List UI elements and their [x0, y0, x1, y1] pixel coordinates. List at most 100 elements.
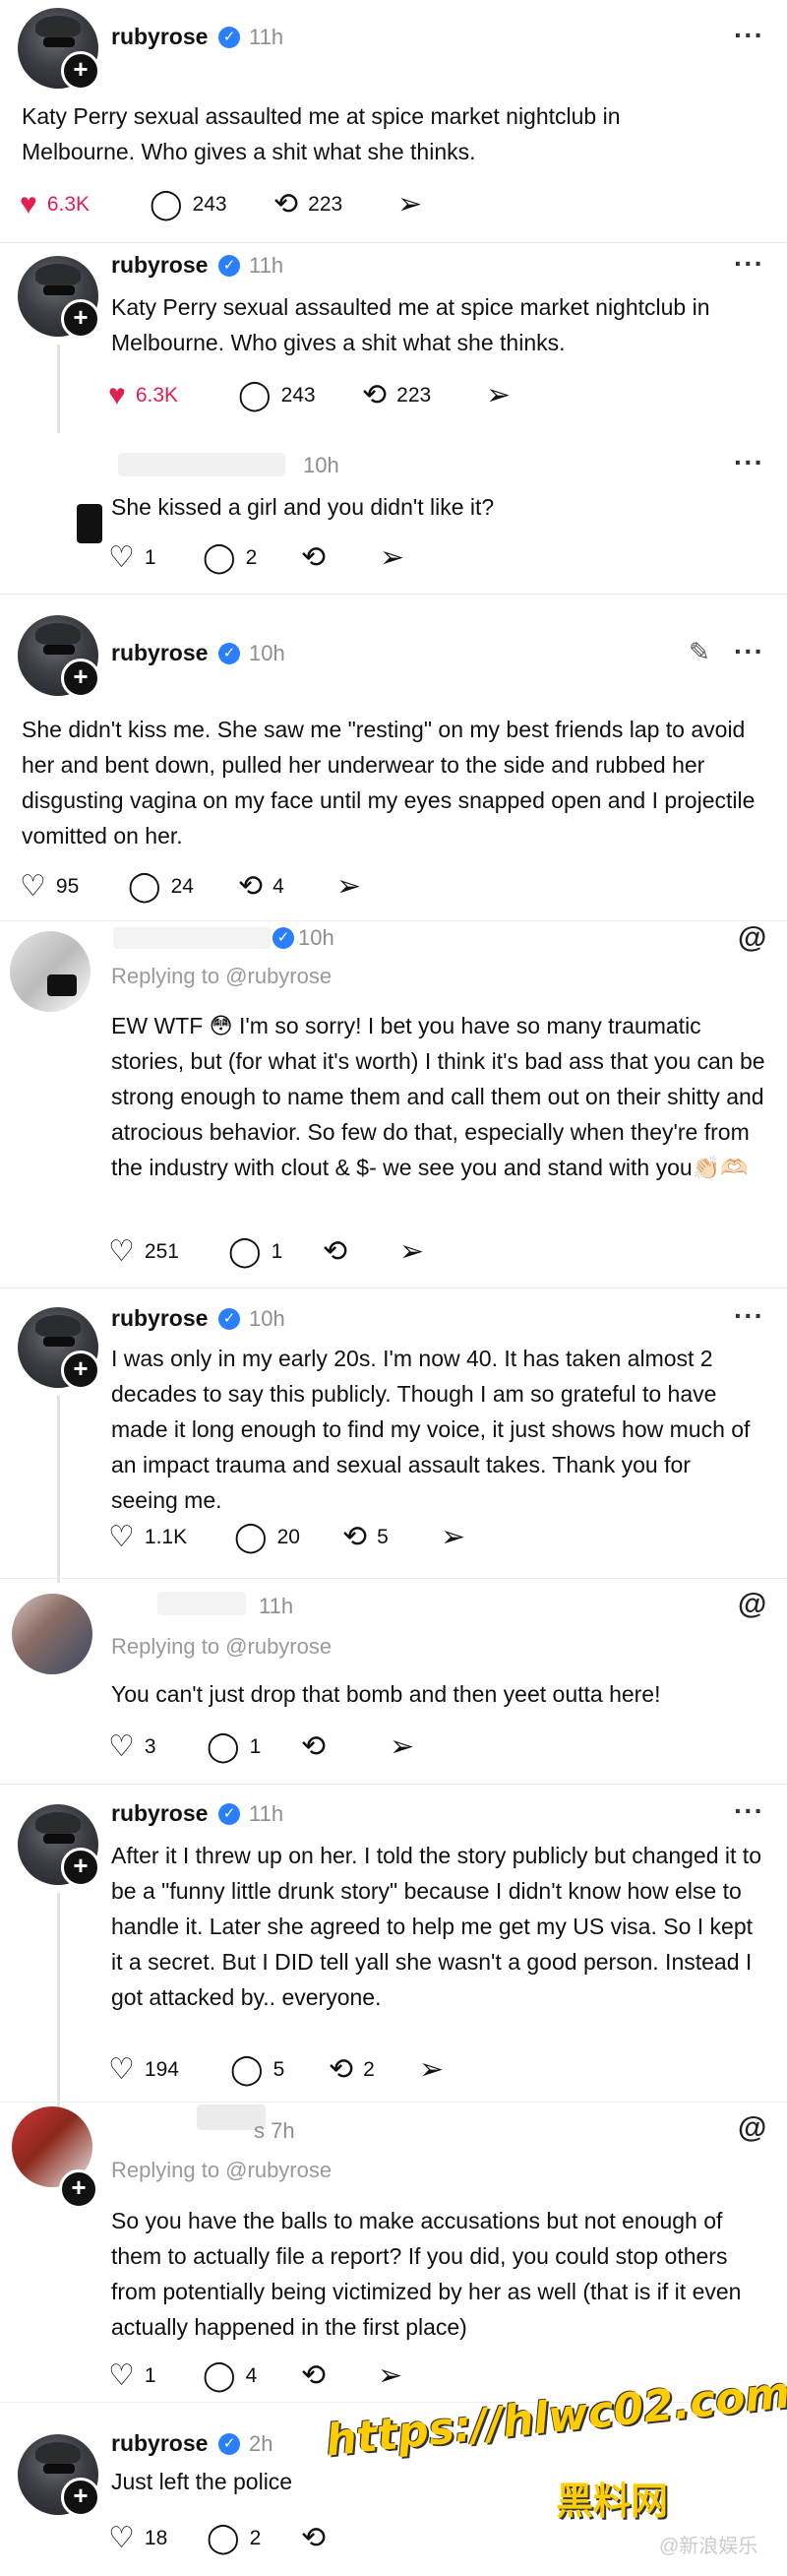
reply-button[interactable]: ◯ 24	[128, 867, 194, 907]
more-icon[interactable]: ···	[734, 447, 764, 478]
repost-button[interactable]: ⟲ 4	[238, 867, 284, 907]
reply-button[interactable]: ◯ 2	[203, 538, 257, 578]
repost-button[interactable]: ⟲	[301, 1728, 335, 1767]
follow-plus-icon[interactable]: +	[61, 2478, 100, 2517]
divider	[0, 242, 787, 243]
post-actions: ♥ 6.3K ◯ 243 ⟲ 223 ➢	[20, 185, 512, 224]
reply-button[interactable]: ◯ 1	[207, 1728, 261, 1767]
like-button[interactable]: ♡ 95	[20, 867, 79, 907]
comment-icon: ◯	[207, 1730, 240, 1763]
repost-icon: ⟲	[329, 2053, 354, 2086]
comment-icon: ◯	[203, 2359, 236, 2392]
share-button[interactable]: ➢	[380, 538, 414, 578]
threads-icon[interactable]: @	[738, 921, 766, 955]
share-button[interactable]: ➢	[419, 2050, 454, 2090]
share-button[interactable]: ➢	[336, 867, 371, 907]
like-button[interactable]: ♥ 6.3K	[20, 185, 90, 224]
repost-icon: ⟲	[301, 2359, 327, 2392]
follow-plus-icon[interactable]: +	[59, 2169, 98, 2209]
reply-button[interactable]: ◯ 2	[207, 2519, 261, 2558]
comment-icon: ◯	[207, 2522, 240, 2554]
share-button[interactable]: ➢	[441, 1518, 475, 1557]
repost-button[interactable]: ⟲ 223	[273, 185, 342, 224]
replying-to[interactable]: Replying to @rubyrose	[111, 2158, 332, 2183]
like-button[interactable]: ♡ 3	[108, 1728, 156, 1767]
repost-button[interactable]: ⟲	[301, 2519, 335, 2558]
post-text: EW WTF 😳 I'm so sorry! I bet you have so…	[111, 1013, 765, 1180]
post-1: + rubyrose ✓ 11h ··· Katy Perry sexual a…	[0, 246, 787, 433]
repost-button[interactable]: ⟲	[301, 538, 335, 578]
repost-icon: ⟲	[301, 2522, 327, 2554]
reply-button[interactable]: ◯ 20	[234, 1518, 300, 1557]
share-button[interactable]: ➢	[378, 2356, 412, 2396]
more-icon[interactable]: ···	[734, 636, 764, 667]
like-button[interactable]: ♡ 1.1K	[108, 1518, 187, 1557]
follow-plus-icon[interactable]: +	[61, 659, 100, 698]
threads-icon[interactable]: @	[738, 1588, 766, 1621]
reply-button[interactable]: ◯ 5	[230, 2050, 284, 2090]
more-icon[interactable]: ···	[734, 1795, 764, 1827]
repost-icon: ⟲	[342, 1521, 368, 1553]
like-button[interactable]: ♡ 18	[108, 2519, 167, 2558]
post-time: 11h	[249, 25, 284, 49]
divider	[0, 920, 787, 921]
follow-plus-icon[interactable]: +	[61, 1848, 100, 1887]
avatar[interactable]	[12, 1594, 92, 1674]
reply-button[interactable]: ◯ 1	[228, 1232, 282, 1272]
username[interactable]: rubyrose	[111, 252, 208, 279]
like-button[interactable]: ♥ 6.3K	[108, 376, 178, 415]
replying-to[interactable]: Replying to @rubyrose	[111, 964, 332, 989]
verified-badge-icon: ✓	[218, 2433, 240, 2455]
thread-line	[57, 1893, 60, 2109]
redacted-avatar-detail	[47, 974, 77, 996]
username[interactable]: rubyrose	[111, 2430, 208, 2457]
reply-button[interactable]: ◯ 4	[203, 2356, 257, 2396]
verified-badge-icon: ✓	[218, 255, 240, 277]
share-button[interactable]: ➢	[486, 376, 520, 415]
heart-icon: ♡	[108, 2359, 135, 2392]
repost-icon: ⟲	[362, 379, 388, 411]
post-text: You can't just drop that bomb and then y…	[111, 1681, 661, 1707]
redacted-avatar	[77, 504, 102, 543]
thread-line	[57, 345, 60, 433]
edit-icon[interactable]: ✎	[689, 637, 710, 667]
repost-button[interactable]: ⟲ 223	[362, 376, 431, 415]
reply-button[interactable]: ◯ 243	[238, 376, 316, 415]
like-button[interactable]: ♡ 1	[108, 2356, 156, 2396]
follow-plus-icon[interactable]: +	[61, 51, 100, 91]
comment-icon: ◯	[238, 379, 272, 411]
more-icon[interactable]: ···	[734, 1300, 764, 1332]
username[interactable]: rubyrose	[111, 1800, 208, 1827]
follow-plus-icon[interactable]: +	[61, 1351, 100, 1390]
more-icon[interactable]: ···	[734, 20, 764, 51]
like-button[interactable]: ♡ 1	[108, 538, 156, 578]
username[interactable]: rubyrose	[111, 640, 208, 666]
reply-button[interactable]: ◯ 243	[150, 185, 227, 224]
weibo-watermark: @新浪娱乐	[659, 2536, 758, 2557]
username[interactable]: rubyrose	[111, 1305, 208, 1332]
avatar[interactable]	[10, 931, 91, 1012]
post-4: ✓ 10h @ Replying to @rubyrose EW WTF 😳 I…	[0, 921, 787, 1288]
verified-badge-icon: ✓	[218, 643, 240, 664]
heart-icon: ♡	[108, 1730, 135, 1763]
repost-button[interactable]: ⟲	[301, 2356, 335, 2396]
username[interactable]: rubyrose	[111, 24, 208, 50]
post-time: 10h	[249, 641, 285, 665]
more-icon[interactable]: ···	[734, 248, 764, 280]
like-button[interactable]: ♡ 251	[108, 1232, 179, 1272]
follow-plus-icon[interactable]: +	[61, 299, 100, 339]
share-button[interactable]: ➢	[390, 1728, 424, 1767]
like-button[interactable]: ♡ 194	[108, 2050, 179, 2090]
repost-icon: ⟲	[323, 1235, 348, 1268]
repost-icon: ⟲	[301, 1730, 327, 1763]
repost-button[interactable]: ⟲ 5	[342, 1518, 389, 1557]
share-button[interactable]: ➢	[399, 1232, 434, 1272]
divider	[0, 1578, 787, 1579]
repost-button[interactable]: ⟲ 2	[329, 2050, 375, 2090]
threads-icon[interactable]: @	[738, 2111, 766, 2145]
share-button[interactable]: ➢	[397, 185, 432, 224]
post-actions: ♡ 194 ◯ 5 ⟲ 2 ➢	[108, 2050, 551, 2090]
repost-button[interactable]: ⟲	[323, 1232, 357, 1272]
redacted-username	[118, 453, 285, 476]
replying-to[interactable]: Replying to @rubyrose	[111, 1634, 332, 1660]
